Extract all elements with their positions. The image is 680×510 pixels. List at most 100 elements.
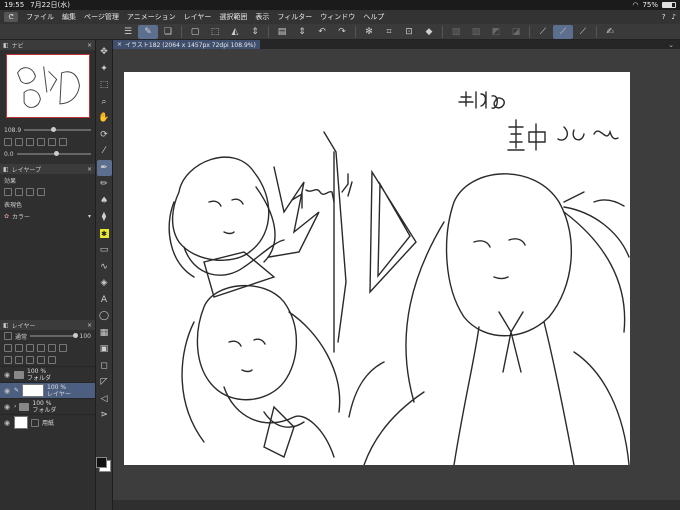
reference-icon[interactable] bbox=[15, 344, 23, 352]
layer-copy-icon[interactable]: ▤ bbox=[272, 25, 292, 39]
hamburger-menu-icon[interactable]: ☰ bbox=[118, 25, 138, 39]
brush-settings-icon[interactable]: ⟋ bbox=[573, 25, 593, 39]
menu-help[interactable]: ヘルプ bbox=[363, 12, 384, 22]
eye-icon[interactable]: ◉ bbox=[3, 419, 11, 427]
zoom-in-icon[interactable] bbox=[15, 138, 23, 146]
fit-screen-icon[interactable] bbox=[26, 138, 34, 146]
expression-color-select[interactable]: カラー bbox=[12, 212, 30, 221]
layer-row[interactable]: ◉ › 100 % フォルダ bbox=[0, 398, 95, 414]
hand-icon[interactable]: ✋ bbox=[97, 110, 112, 127]
eye-icon[interactable]: ◉ bbox=[3, 403, 11, 411]
menu-filter[interactable]: フィルター bbox=[277, 12, 312, 22]
menu-layer[interactable]: レイヤー bbox=[184, 12, 212, 22]
effect-border-icon[interactable] bbox=[4, 188, 12, 196]
stepper-icon[interactable]: ⇕ bbox=[292, 25, 312, 39]
eraser-icon[interactable]: ▭ bbox=[97, 242, 112, 259]
blend-mode-select[interactable]: 通常 bbox=[15, 332, 27, 341]
opacity-value[interactable]: 100 bbox=[80, 333, 91, 340]
auto-select-icon[interactable]: ✦ bbox=[97, 61, 112, 78]
merge-icon[interactable] bbox=[37, 356, 45, 364]
delete-layer-icon[interactable] bbox=[48, 356, 56, 364]
zoom-slider[interactable] bbox=[24, 127, 91, 132]
layer-row[interactable]: ◉ 100 % フォルダ bbox=[0, 366, 95, 382]
opacity-slider[interactable] bbox=[30, 333, 78, 338]
menu-file[interactable]: ファイル bbox=[26, 12, 54, 22]
eyedropper-icon[interactable]: ⁄ bbox=[97, 143, 112, 160]
pencil-icon[interactable]: ✏ bbox=[97, 176, 112, 193]
redo-icon[interactable]: ↷ bbox=[332, 25, 352, 39]
new-vector-icon[interactable] bbox=[15, 356, 23, 364]
pen-tool-icon[interactable]: ✒ bbox=[96, 159, 112, 176]
zoom-out-icon[interactable] bbox=[4, 138, 12, 146]
new-canvas-icon[interactable]: ✎ bbox=[138, 24, 158, 39]
help-circle-icon[interactable]: ? bbox=[662, 13, 666, 21]
ruler-icon[interactable]: ⟋ bbox=[533, 25, 553, 39]
tone-icon[interactable]: ◭ bbox=[225, 25, 245, 39]
effect-color-icon[interactable] bbox=[26, 188, 34, 196]
eye-icon[interactable]: ◉ bbox=[3, 371, 11, 379]
select-invert-icon[interactable]: ◩ bbox=[486, 25, 506, 39]
selection-icon[interactable]: ⬚ bbox=[97, 77, 112, 94]
zoom-icon[interactable]: ⌕ bbox=[97, 94, 112, 111]
clip-icon[interactable] bbox=[4, 344, 12, 352]
app-logo-icon[interactable]: ᕦ bbox=[4, 12, 18, 22]
tab-close-icon[interactable]: × bbox=[117, 41, 122, 48]
menu-window[interactable]: ウィンドウ bbox=[320, 12, 355, 22]
ruler-layer-icon[interactable] bbox=[59, 344, 67, 352]
actual-size-icon[interactable] bbox=[37, 138, 45, 146]
chevron-right-icon[interactable]: › bbox=[14, 403, 16, 410]
chevron-down-icon[interactable]: ▾ bbox=[88, 213, 91, 220]
reset-icon[interactable] bbox=[59, 138, 67, 146]
ruler-tool-icon[interactable]: ◸ bbox=[97, 374, 112, 391]
balloon-icon[interactable]: ◯ bbox=[97, 308, 112, 325]
layer-row-selected[interactable]: ◉ ✎ 100 % レイヤー bbox=[0, 382, 95, 398]
open-icon[interactable]: ⬚ bbox=[205, 25, 225, 39]
move-layer-icon[interactable]: ✥ bbox=[97, 44, 112, 61]
gradient-icon[interactable]: ▦ bbox=[97, 325, 112, 342]
effect-extract-icon[interactable] bbox=[37, 188, 45, 196]
new-raster-icon[interactable] bbox=[4, 356, 12, 364]
layer-color-icon[interactable] bbox=[4, 332, 12, 340]
crop-icon[interactable]: ⊡ bbox=[399, 25, 419, 39]
settings-icon[interactable]: ✻ bbox=[359, 25, 379, 39]
frame-icon[interactable]: ▣ bbox=[97, 341, 112, 358]
panel-close-icon[interactable]: × bbox=[87, 322, 92, 329]
linework-icon[interactable]: ⋗ bbox=[97, 407, 112, 424]
new-folder-icon[interactable] bbox=[26, 356, 34, 364]
transform-icon[interactable]: ⌗ bbox=[379, 25, 399, 39]
select-clear-icon[interactable]: ▧ bbox=[466, 25, 486, 39]
select-disabled-icon[interactable]: ▨ bbox=[446, 25, 466, 39]
rotate-icon[interactable]: ⟳ bbox=[97, 127, 112, 144]
correction-icon[interactable]: ◁ bbox=[97, 391, 112, 408]
airbrush-icon[interactable]: ⧫ bbox=[97, 209, 112, 226]
select-expand-icon[interactable]: ◪ bbox=[506, 25, 526, 39]
gesture-icon[interactable]: ✍ bbox=[600, 25, 620, 39]
bell-icon[interactable]: ♪ bbox=[672, 13, 676, 21]
layer-row[interactable]: ◉ 用紙 bbox=[0, 414, 95, 430]
canvas-paper[interactable] bbox=[124, 72, 630, 466]
fill-bucket-icon[interactable]: ◈ bbox=[97, 275, 112, 292]
panel-close-icon[interactable]: × bbox=[87, 166, 92, 173]
navigator-thumbnail[interactable] bbox=[6, 54, 90, 118]
mask-icon[interactable] bbox=[48, 344, 56, 352]
menu-view[interactable]: 表示 bbox=[255, 12, 269, 22]
blend-icon[interactable]: ∿ bbox=[97, 259, 112, 276]
layer-icon[interactable]: ❏ bbox=[158, 25, 178, 39]
menu-animation[interactable]: アニメーション bbox=[127, 12, 176, 22]
pen-pressure-icon[interactable]: ⟋ bbox=[553, 24, 573, 39]
undo-icon[interactable]: ↶ bbox=[312, 25, 332, 39]
main-color-swatch[interactable] bbox=[96, 457, 107, 468]
brush-icon[interactable]: ♠ bbox=[97, 193, 112, 210]
menu-page[interactable]: ページ管理 bbox=[84, 12, 119, 22]
chevron-down-icon[interactable]: ⌄ bbox=[668, 41, 680, 49]
eye-icon[interactable]: ◉ bbox=[3, 387, 11, 395]
menu-selection[interactable]: 選択範囲 bbox=[219, 12, 247, 22]
lock-icon[interactable] bbox=[26, 344, 34, 352]
panel-close-icon[interactable]: × bbox=[87, 42, 92, 49]
effect-tone-icon[interactable] bbox=[15, 188, 23, 196]
document-tab[interactable]: × イラスト182 (2064 x 1457px 72dpi 108.9%) bbox=[113, 40, 260, 49]
lock-alpha-icon[interactable] bbox=[37, 344, 45, 352]
save-icon[interactable]: ▢ bbox=[185, 25, 205, 39]
fill-icon[interactable]: ◆ bbox=[419, 25, 439, 39]
figure-icon[interactable]: ◻ bbox=[97, 358, 112, 375]
